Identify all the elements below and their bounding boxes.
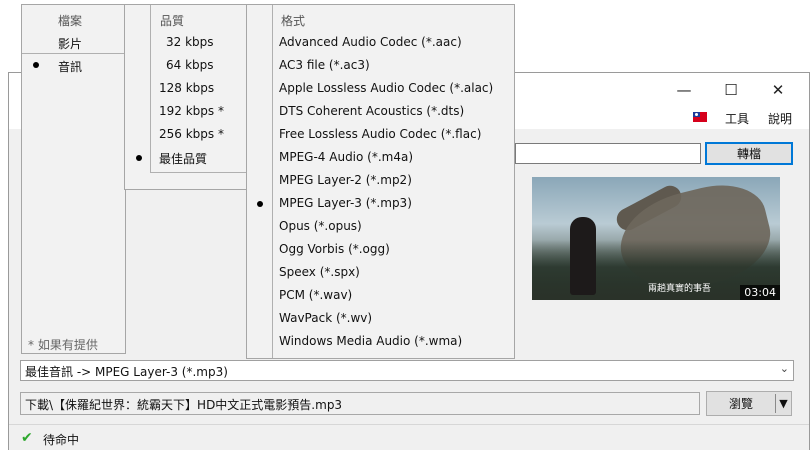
menu-item-audio[interactable]: 音訊 xyxy=(58,58,82,75)
menu-item-wma[interactable]: Windows Media Audio (*.wma) xyxy=(279,334,462,348)
url-input[interactable] xyxy=(515,143,701,164)
menu-item-64kbps[interactable]: 64 kbps xyxy=(166,58,214,72)
status-bar: ✔ 待命中 xyxy=(9,424,809,450)
menu-quality-gutter xyxy=(150,5,151,173)
menu-item-opus[interactable]: Opus (*.opus) xyxy=(279,219,362,233)
taiwan-flag-icon[interactable] xyxy=(693,112,707,122)
menu-item-128kbps[interactable]: 128 kbps xyxy=(159,81,214,95)
maximize-button[interactable]: ☐ xyxy=(708,79,754,101)
format-select-value: 最佳音訊 -> MPEG Layer-3 (*.mp3) xyxy=(25,365,228,379)
chevron-down-icon[interactable]: ⌄ xyxy=(780,362,789,375)
output-path-field[interactable]: 下載\【侏羅紀世界：統霸天下】HD中文正式電影預告.mp3 xyxy=(20,392,700,415)
selected-bullet-icon xyxy=(257,201,263,207)
minimize-button[interactable]: — xyxy=(661,79,707,101)
menu-item-alac[interactable]: Apple Lossless Audio Codec (*.alac) xyxy=(279,81,493,95)
menu-item-192kbps[interactable]: 192 kbps * xyxy=(159,104,224,118)
menu-help[interactable]: 說明 xyxy=(768,110,792,127)
menu-quality: 品質 32 kbps 64 kbps 128 kbps 192 kbps * 2… xyxy=(124,4,247,190)
menu-type: 檔案 影片 音訊 * 如果有提供 xyxy=(21,4,126,354)
menu-item-mp2[interactable]: MPEG Layer-2 (*.mp2) xyxy=(279,173,412,187)
menu-quality-bottom-line xyxy=(150,172,247,173)
format-select[interactable]: 最佳音訊 -> MPEG Layer-3 (*.mp3) ⌄ xyxy=(20,360,794,381)
menu-quality-header: 品質 xyxy=(160,14,185,28)
convert-button[interactable]: 轉檔 xyxy=(705,142,793,165)
selected-bullet-icon xyxy=(33,62,39,68)
menu-format: 格式 Advanced Audio Codec (*.aac) AC3 file… xyxy=(246,4,515,359)
close-button[interactable]: ✕ xyxy=(755,79,801,101)
triangle-down-icon[interactable]: ▼ xyxy=(776,397,791,410)
menu-type-header: 檔案 xyxy=(58,14,83,28)
menu-item-wav[interactable]: PCM (*.wav) xyxy=(279,288,352,302)
menu-tools[interactable]: 工具 xyxy=(725,110,749,127)
checkmark-icon: ✔ xyxy=(21,430,33,446)
video-thumbnail[interactable]: 兩趟真實的事吾 03:04 xyxy=(532,177,780,300)
status-text: 待命中 xyxy=(43,433,80,447)
menu-note: * 如果有提供 xyxy=(28,338,98,352)
browse-button[interactable]: 瀏覽 ▼ xyxy=(706,391,792,416)
menu-item-flac[interactable]: Free Lossless Audio Codec (*.flac) xyxy=(279,127,481,141)
menu-item-m4a[interactable]: MPEG-4 Audio (*.m4a) xyxy=(279,150,413,164)
menu-item-256kbps[interactable]: 256 kbps * xyxy=(159,127,224,141)
menu-item-mp3[interactable]: MPEG Layer-3 (*.mp3) xyxy=(279,196,412,210)
menu-type-separator xyxy=(22,53,126,54)
menu-item-video[interactable]: 影片 xyxy=(58,35,82,52)
menu-item-wv[interactable]: WavPack (*.wv) xyxy=(279,311,372,325)
menu-item-dts[interactable]: DTS Coherent Acoustics (*.dts) xyxy=(279,104,464,118)
thumbnail-subtitle: 兩趟真實的事吾 xyxy=(648,284,712,294)
thumbnail-person xyxy=(570,217,596,295)
menu-item-32kbps[interactable]: 32 kbps xyxy=(166,35,214,49)
menu-item-aac[interactable]: Advanced Audio Codec (*.aac) xyxy=(279,35,462,49)
menu-format-header: 格式 xyxy=(281,14,306,28)
menu-item-best-quality[interactable]: 最佳品質 xyxy=(159,150,207,167)
menu-item-spx[interactable]: Speex (*.spx) xyxy=(279,265,360,279)
browse-button-label: 瀏覽 xyxy=(728,397,753,411)
selected-bullet-icon xyxy=(136,155,142,161)
menu-item-ac3[interactable]: AC3 file (*.ac3) xyxy=(279,58,370,72)
menu-item-ogg[interactable]: Ogg Vorbis (*.ogg) xyxy=(279,242,390,256)
video-duration: 03:04 xyxy=(740,285,780,300)
menu-format-gutter xyxy=(272,5,273,358)
